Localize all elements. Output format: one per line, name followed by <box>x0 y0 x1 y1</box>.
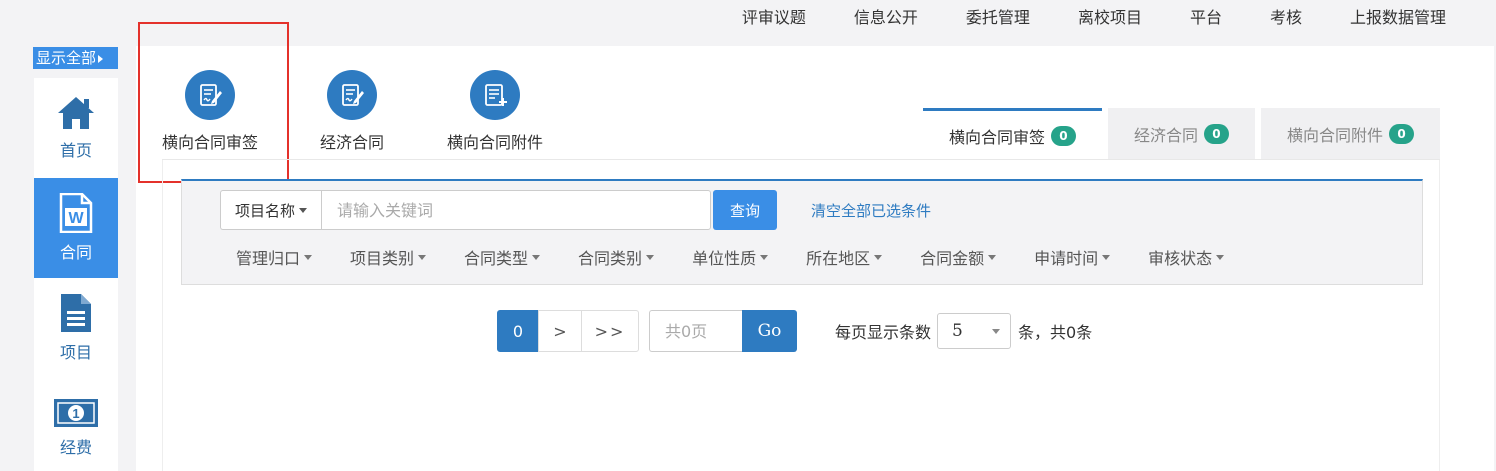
filter-label: 审核状态 <box>1148 249 1213 268</box>
caret-down-icon <box>874 254 883 260</box>
tab-horizontal-contract-sign[interactable]: 横向合同审签 0 <box>922 108 1102 160</box>
tab-horizontal-contract-attachment[interactable]: 横向合同附件 0 <box>1260 108 1440 160</box>
page-last-button[interactable]: >> <box>581 310 639 352</box>
page-current-button[interactable]: 0 <box>497 310 539 352</box>
document-icon <box>61 294 91 332</box>
nav-item-platform[interactable]: 平台 <box>1166 0 1246 36</box>
filter-contract-category[interactable]: 合同类别 <box>578 245 655 269</box>
filter-region[interactable]: 所在地区 <box>806 245 883 269</box>
per-page-label: 每页显示条数 <box>835 323 932 342</box>
pagination: 0 > >> Go 每页显示条数 5 条，共0条 <box>497 310 1092 352</box>
count-badge: 0 <box>1050 125 1076 146</box>
icon-button-label: 横向合同附件 <box>447 133 544 152</box>
go-button[interactable]: Go <box>742 310 797 352</box>
filter-label: 申请时间 <box>1034 249 1099 268</box>
filter-unit-nature[interactable]: 单位性质 <box>692 245 769 269</box>
nav-item-review[interactable]: 评审议题 <box>718 0 830 36</box>
tab-label: 横向合同附件 <box>1286 126 1383 145</box>
caret-down-icon <box>418 254 427 260</box>
sidebar-item-label: 经费 <box>59 438 92 457</box>
sidebar-item-funds[interactable]: 1 经费 <box>34 378 118 471</box>
show-all-label: 显示全部 <box>36 49 97 67</box>
filter-dropdown-row: 管理归口 项目类别 合同类型 合同类别 单位性质 所在地区 合同金额 申请时间 … <box>236 245 1262 269</box>
caret-down-icon <box>299 207 308 213</box>
search-row: 项目名称 查询 清空全部已选条件 <box>220 190 931 230</box>
caret-down-icon <box>760 254 769 260</box>
nav-item-assessment[interactable]: 考核 <box>1246 0 1326 36</box>
caret-down-icon <box>1216 254 1225 260</box>
filter-apply-time[interactable]: 申请时间 <box>1034 245 1111 269</box>
icon-circle <box>470 70 520 120</box>
svg-text:1: 1 <box>72 406 79 421</box>
tab-label: 经济合同 <box>1133 126 1198 145</box>
filter-amount[interactable]: 合同金额 <box>920 245 997 269</box>
sidebar-item-label: 首页 <box>59 141 92 160</box>
total-count-text: 条，共0条 <box>1018 323 1093 342</box>
search-field-select[interactable]: 项目名称 <box>220 190 322 230</box>
svg-text:W: W <box>68 210 84 227</box>
count-badge: 0 <box>1389 124 1414 144</box>
sidebar-item-home[interactable]: 首页 <box>34 78 118 178</box>
tab-bar: 横向合同审签 0 经济合同 0 横向合同附件 0 <box>922 108 1440 160</box>
filter-label: 合同类型 <box>464 249 529 268</box>
clear-conditions-link[interactable]: 清空全部已选条件 <box>811 200 931 221</box>
tab-economic-contract[interactable]: 经济合同 0 <box>1107 108 1255 160</box>
filter-management[interactable]: 管理归口 <box>236 245 313 269</box>
filter-contract-type[interactable]: 合同类型 <box>464 245 541 269</box>
caret-down-icon <box>304 254 313 260</box>
count-badge: 0 <box>1203 124 1229 144</box>
filter-panel: 项目名称 查询 清空全部已选条件 管理归口 项目类别 合同类型 合同类别 单位性… <box>181 179 1423 285</box>
per-page-value: 5 <box>952 321 963 341</box>
filter-label: 单位性质 <box>692 249 757 268</box>
page-number-input[interactable] <box>649 310 742 352</box>
triangle-right-icon <box>98 54 104 63</box>
show-all-button[interactable]: 显示全部 <box>33 47 118 69</box>
economic-contract-button[interactable]: 经济合同 <box>320 70 384 153</box>
filter-label: 合同类别 <box>578 249 643 268</box>
divider <box>162 159 1440 160</box>
horizontal-contract-attachment-button[interactable]: 横向合同附件 <box>447 70 543 153</box>
filter-review-status[interactable]: 审核状态 <box>1148 245 1225 269</box>
filter-project-category[interactable]: 项目类别 <box>350 245 427 269</box>
sidebar-item-label: 项目 <box>59 343 92 362</box>
word-doc-icon: W <box>59 193 93 233</box>
filter-label: 所在地区 <box>806 249 871 268</box>
search-field-label: 项目名称 <box>235 201 296 220</box>
caret-down-icon <box>646 254 655 260</box>
filter-label: 管理归口 <box>236 249 301 268</box>
sign-doc-icon <box>342 84 364 106</box>
nav-item-leave[interactable]: 离校项目 <box>1054 0 1166 36</box>
nav-item-info[interactable]: 信息公开 <box>830 0 942 36</box>
caret-down-icon <box>992 328 1001 334</box>
sidebar-item-contract[interactable]: W 合同 <box>34 178 118 278</box>
top-nav: 评审议题 信息公开 委托管理 离校项目 平台 考核 上报数据管理 <box>718 0 1496 36</box>
page-next-button[interactable]: > <box>538 310 582 352</box>
nav-item-entrust[interactable]: 委托管理 <box>942 0 1054 36</box>
sidebar: 首页 W 合同 项目 1 经费 <box>34 78 118 471</box>
icon-circle <box>327 70 377 120</box>
caret-down-icon <box>1102 254 1111 260</box>
money-icon: 1 <box>54 399 98 427</box>
filter-label: 合同金额 <box>920 249 985 268</box>
home-icon <box>58 97 94 129</box>
sidebar-item-label: 合同 <box>59 243 92 262</box>
sidebar-item-project[interactable]: 项目 <box>34 278 118 378</box>
icon-button-label: 经济合同 <box>320 133 385 152</box>
main-panel: 横向合同审签 经济合同 横向合同附件 横向合同审签 0 经济合同 0 横向合同附… <box>136 22 1494 471</box>
nav-item-report[interactable]: 上报数据管理 <box>1326 0 1496 36</box>
caret-down-icon <box>988 254 997 260</box>
caret-down-icon <box>532 254 541 260</box>
search-input[interactable] <box>321 190 712 230</box>
tab-label: 横向合同审签 <box>948 127 1045 147</box>
per-page-select[interactable]: 5 <box>937 313 1012 349</box>
attachment-doc-icon <box>485 84 507 106</box>
query-button[interactable]: 查询 <box>713 190 778 230</box>
filter-label: 项目类别 <box>350 249 415 268</box>
